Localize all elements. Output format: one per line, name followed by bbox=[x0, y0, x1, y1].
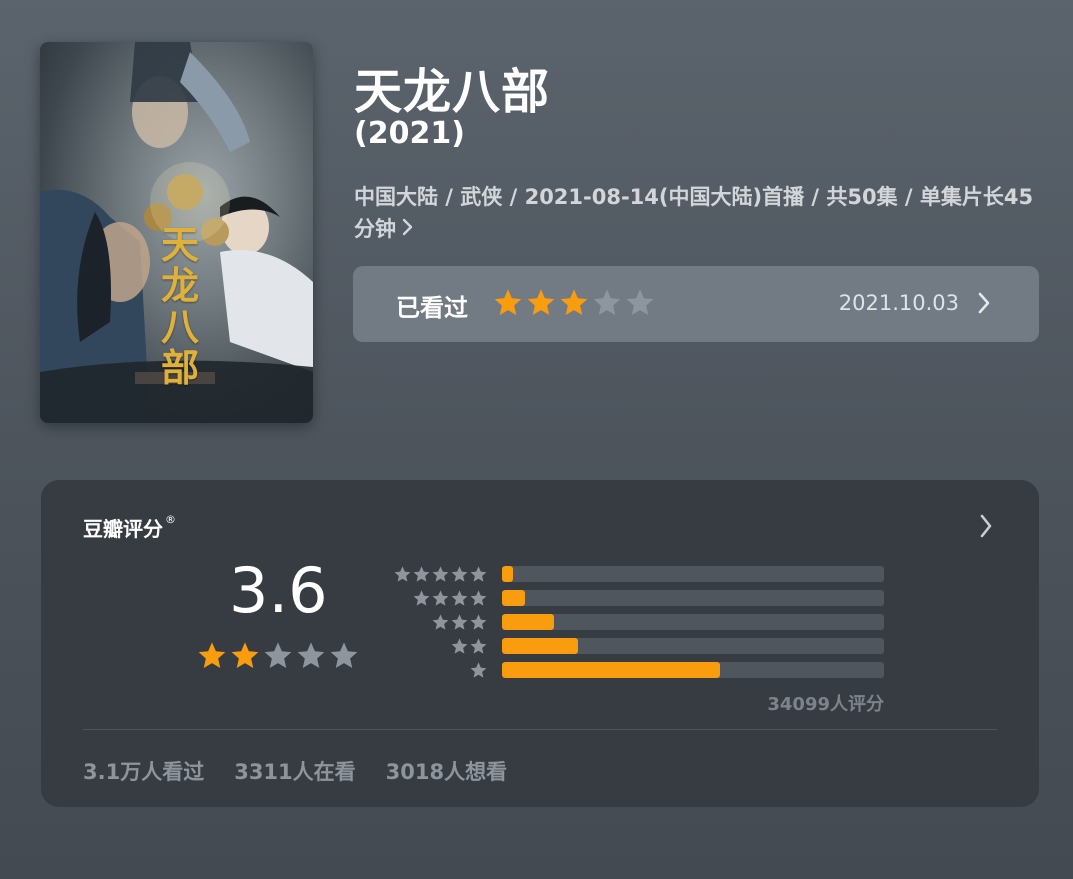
divider bbox=[83, 729, 997, 730]
distribution-stars-3 bbox=[391, 613, 488, 631]
distribution-bar-fill bbox=[502, 638, 579, 654]
star-icon bbox=[413, 566, 430, 582]
star-filled-icon[interactable] bbox=[525, 287, 557, 319]
star-empty-icon bbox=[264, 642, 292, 668]
score-stars bbox=[196, 640, 360, 672]
star-filled-icon[interactable] bbox=[558, 287, 590, 319]
star-icon bbox=[432, 614, 449, 630]
distribution-stars-5 bbox=[391, 565, 488, 583]
star-icon bbox=[413, 590, 430, 606]
star-icon bbox=[451, 590, 468, 606]
douban-rating-card[interactable]: 豆瓣评分 ® 3.6 34099人评分 3.1万人看过 3311人在看 3018人想看 bbox=[41, 480, 1039, 807]
distribution-bar-fill bbox=[502, 614, 554, 630]
watched-date: 2021.10.03 bbox=[838, 291, 959, 315]
page-title: 天龙八部 bbox=[354, 64, 551, 120]
star-icon bbox=[451, 614, 468, 630]
star-icon bbox=[470, 662, 487, 678]
star-icon bbox=[470, 590, 487, 606]
registered-mark: ® bbox=[165, 513, 176, 526]
chevron-right-icon bbox=[402, 213, 414, 245]
distribution-bar-2 bbox=[502, 638, 884, 654]
stat-item: 3018人想看 bbox=[385, 760, 508, 784]
star-empty-icon[interactable] bbox=[591, 287, 623, 319]
watched-label: 已看过 bbox=[396, 294, 468, 322]
star-icon bbox=[432, 566, 449, 582]
star-filled-icon[interactable] bbox=[492, 287, 524, 319]
star-empty-icon[interactable] bbox=[624, 287, 656, 319]
star-icon bbox=[470, 614, 487, 630]
rating-count: 34099人评分 bbox=[767, 694, 884, 715]
star-icon bbox=[470, 566, 487, 582]
distribution-bar-fill bbox=[502, 590, 525, 606]
poster-title-text: 天龙八部 bbox=[160, 222, 199, 390]
audience-stats: 3.1万人看过 3311人在看 3018人想看 bbox=[83, 756, 507, 786]
average-score: 3.6 bbox=[229, 554, 328, 627]
stat-item: 3311人在看 bbox=[234, 760, 356, 784]
chevron-right-icon bbox=[977, 291, 991, 319]
star-icon bbox=[394, 566, 411, 582]
distribution-stars-4 bbox=[391, 589, 488, 607]
distribution-bar-3 bbox=[502, 614, 884, 630]
show-meta-info[interactable]: 中国大陆 / 武侠 / 2021-08-14(中国大陆)首播 / 共50集 / … bbox=[354, 181, 1044, 245]
star-empty-icon bbox=[297, 642, 325, 668]
distribution-bar-4 bbox=[502, 590, 884, 606]
star-empty-icon bbox=[330, 642, 358, 668]
star-icon bbox=[432, 590, 449, 606]
star-icon bbox=[451, 638, 468, 654]
stat-item: 3.1万人看过 bbox=[83, 760, 205, 784]
distribution-bar-fill bbox=[502, 566, 514, 582]
user-rating-stars[interactable] bbox=[492, 287, 656, 319]
star-filled-icon bbox=[231, 642, 259, 668]
chevron-right-icon[interactable] bbox=[979, 513, 993, 543]
release-year: (2021) bbox=[354, 116, 465, 151]
poster-image[interactable]: 天龙八部 bbox=[40, 42, 313, 423]
distribution-bar-1 bbox=[502, 662, 884, 678]
star-icon bbox=[470, 638, 487, 654]
star-icon bbox=[451, 566, 468, 582]
watched-status-bar[interactable]: 已看过 2021.10.03 bbox=[353, 266, 1039, 342]
meta-text: 中国大陆 / 武侠 / 2021-08-14(中国大陆)首播 / 共50集 / … bbox=[354, 185, 1034, 241]
star-filled-icon bbox=[198, 642, 226, 668]
distribution-stars-2 bbox=[391, 637, 488, 655]
distribution-bar-fill bbox=[502, 662, 720, 678]
distribution-bar-5 bbox=[502, 566, 884, 582]
rating-heading: 豆瓣评分 ® bbox=[83, 513, 176, 541]
distribution-stars-1 bbox=[391, 661, 488, 679]
